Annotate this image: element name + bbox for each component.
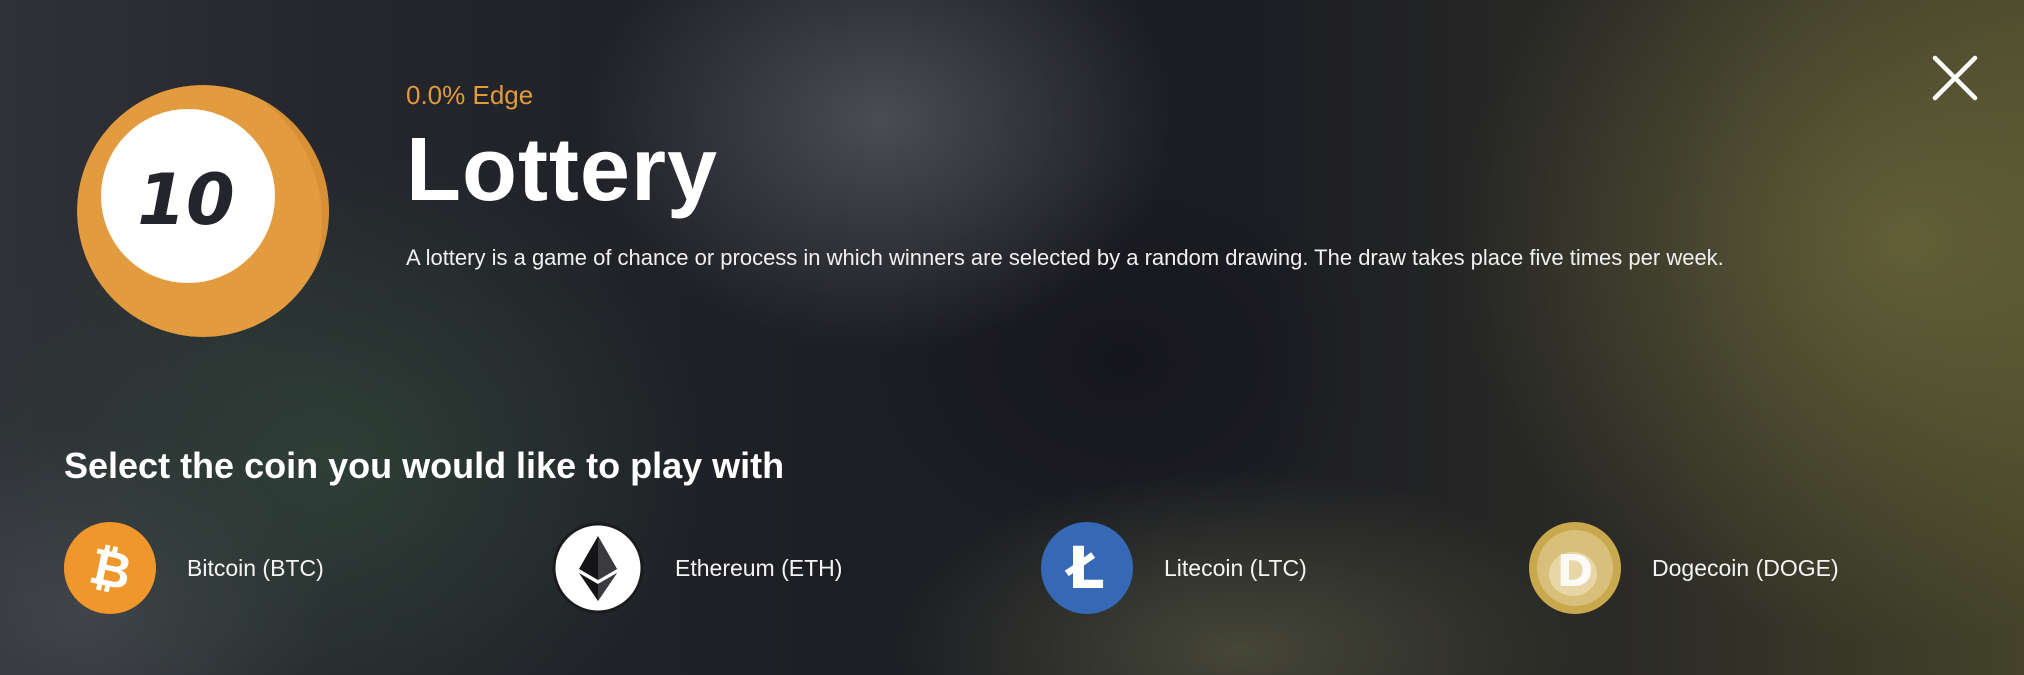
- coin-label: Litecoin (LTC): [1164, 555, 1307, 581]
- svg-text:D: D: [1557, 546, 1594, 597]
- ethereum-icon: [552, 522, 644, 614]
- coin-selection-heading: Select the coin you would like to play w…: [64, 445, 785, 486]
- dogecoin-icon: D: [1529, 522, 1621, 614]
- coin-option-dogecoin[interactable]: D Dogecoin (DOGE): [1529, 522, 1839, 614]
- coin-label: Ethereum (ETH): [675, 555, 843, 581]
- coin-option-litecoin[interactable]: Ł Litecoin (LTC): [1041, 522, 1307, 614]
- coin-label: Bitcoin (BTC): [187, 555, 324, 581]
- game-header: 0.0% Edge Lottery A lottery is a game of…: [406, 80, 1946, 272]
- page-title: Lottery: [406, 120, 719, 220]
- coin-label: Dogecoin (DOGE): [1652, 555, 1839, 581]
- coin-option-ethereum[interactable]: Ethereum (ETH): [552, 522, 842, 614]
- svg-text:Ł: Ł: [1064, 534, 1104, 602]
- coin-option-bitcoin[interactable]: ₿ Bitcoin (BTC): [64, 522, 324, 614]
- coin-list: ₿ Bitcoin (BTC) Ethereum (ETH) Ł Litecoi…: [64, 522, 1944, 614]
- litecoin-icon: Ł: [1041, 522, 1133, 614]
- game-description: A lottery is a game of chance or process…: [406, 245, 1724, 270]
- lottery-ball-number: 10: [137, 159, 234, 241]
- bitcoin-icon: ₿: [64, 522, 156, 614]
- house-edge-label: 0.0% Edge: [406, 80, 534, 110]
- lottery-ball-icon: 10: [76, 84, 330, 338]
